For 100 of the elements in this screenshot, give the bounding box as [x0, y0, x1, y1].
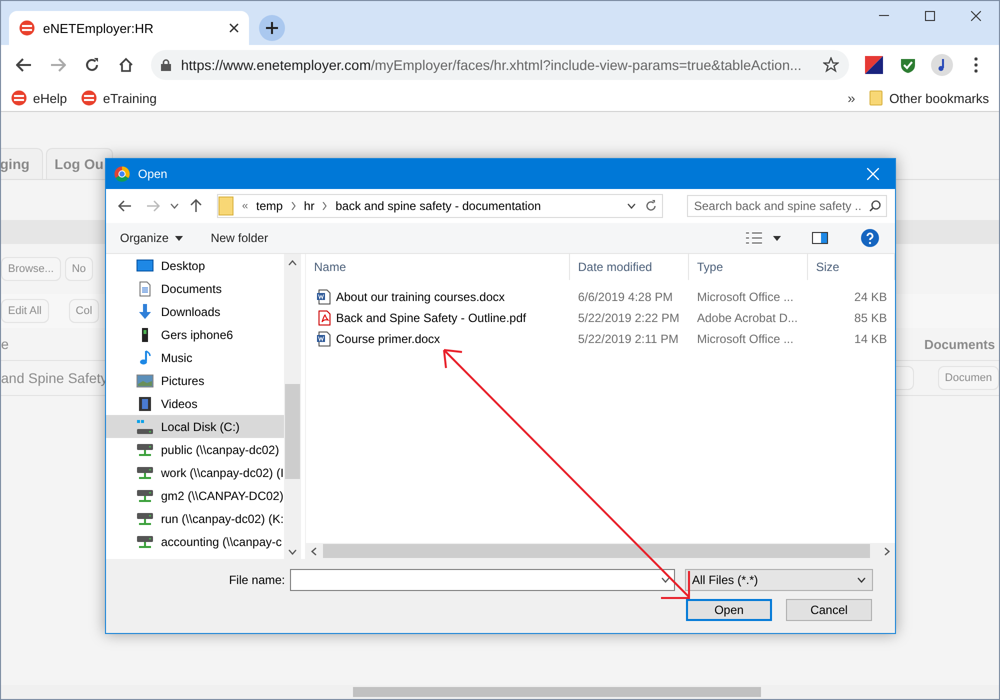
search-icon [869, 200, 881, 212]
column-header[interactable]: Type [689, 254, 808, 280]
refresh-icon[interactable] [644, 199, 658, 213]
maximize-icon [925, 11, 935, 21]
nav-item[interactable]: Downloads [106, 300, 284, 323]
nav-item[interactable]: Local Disk (C:) [106, 415, 284, 438]
search-field[interactable]: Search back and spine safety ... [687, 195, 887, 217]
picture-icon [136, 372, 154, 388]
pdf-document-icon [316, 310, 332, 326]
new-folder-button[interactable]: New folder [206, 231, 272, 245]
nav-item[interactable]: gm2 (\\CANPAY-DC02) [106, 484, 284, 507]
recent-caret-icon [170, 203, 179, 209]
back-arrow-icon [16, 58, 32, 72]
dropdown-caret-icon [627, 203, 636, 209]
nav-item[interactable]: Documents [106, 277, 284, 300]
file-name[interactable]: About our training courses.docx [306, 288, 570, 304]
bookmark-link[interactable]: eTraining [80, 90, 157, 106]
type-cell-text: Microsoft Office ... [696, 290, 794, 304]
vertical-scrollbar[interactable] [284, 254, 301, 559]
film-icon [136, 396, 154, 412]
type-cell-text: Adobe Acrobat D... [696, 310, 799, 324]
path-segment[interactable]: temp [256, 199, 283, 213]
word-document-icon [316, 288, 332, 304]
network-drive-icon [136, 464, 154, 480]
nav-item[interactable]: public (\\canpay-dc02) [106, 438, 284, 461]
path-overflow-icon[interactable]: « [242, 200, 248, 212]
forward-arrow-icon [50, 58, 66, 72]
file-name-field[interactable] [290, 569, 675, 591]
avatar-icon [931, 54, 953, 76]
caret-icon [174, 236, 183, 240]
path-bar[interactable]: « temp hr back and spine safety - documentation [217, 194, 663, 218]
logo-icon [11, 90, 27, 106]
bookmark-link[interactable]: eHelp [11, 90, 67, 106]
folder-icon [218, 196, 234, 216]
scroll-down-icon [288, 549, 297, 555]
column-header: e [1, 336, 9, 352]
nav-item[interactable]: run (\\canpay-dc02) (K: [106, 507, 284, 530]
date-cell-text: 6/6/2019 4:28 PM [577, 290, 674, 304]
new-tab-button[interactable] [259, 15, 285, 41]
path-segment[interactable]: back and spine safety - documentation [335, 199, 541, 213]
download-icon [136, 304, 154, 320]
nav-item[interactable]: Gers iphone6 [106, 323, 284, 346]
column-header: Documents [924, 336, 995, 352]
chevron-icon [322, 202, 328, 210]
chevron-icon [290, 202, 296, 210]
nav-item[interactable]: work (\\canpay-dc02) (I [106, 461, 284, 484]
help-icon [861, 229, 879, 247]
organize-button[interactable]: Organize [116, 231, 187, 245]
size-cell-text: 85 KB [853, 310, 888, 324]
back-arrow-icon [118, 200, 132, 212]
nav-item[interactable]: Desktop [106, 254, 284, 277]
browser-logo-icon [114, 166, 130, 182]
nav-item[interactable]: accounting (\\canpay-c [106, 530, 284, 553]
desktop-icon [136, 258, 154, 274]
network-drive-icon [136, 510, 154, 526]
menu-icon [974, 57, 978, 73]
up-arrow-icon [190, 199, 202, 213]
horizontal-scrollbar[interactable] [1, 685, 999, 699]
pane-icon [812, 232, 828, 244]
nav-item[interactable]: Pictures [106, 369, 284, 392]
word-document-icon [316, 330, 332, 346]
scroll-right-icon [884, 546, 890, 556]
dropdown-caret-icon [857, 577, 866, 583]
logo-icon [80, 90, 97, 106]
file-name[interactable]: Back and Spine Safety - Outline.pdf [306, 310, 570, 326]
column-header[interactable]: Name [306, 254, 570, 280]
network-drive-icon [136, 534, 154, 550]
file-name-label: File name: [228, 573, 286, 587]
file-name[interactable]: Course primer.docx [306, 330, 570, 346]
plus-icon [266, 22, 278, 34]
lock-icon [161, 59, 171, 71]
address-bar[interactable]: https://www.enetemployer.com/myEmployer/faces/hr.xhtml?include-view-params=true&tableAction... [151, 50, 849, 80]
logo-icon [19, 20, 35, 36]
home-icon [118, 57, 134, 73]
date-cell-text: 5/22/2019 2:22 PM [577, 310, 680, 324]
nav-item[interactable]: Music [106, 346, 284, 369]
size-cell-text: 14 KB [853, 332, 888, 346]
close-icon [971, 11, 981, 21]
column-header[interactable]: Date modified [570, 254, 689, 280]
more-bookmarks-icon[interactable]: » [848, 90, 856, 106]
size-cell-text: 24 KB [853, 290, 888, 304]
star-icon[interactable] [823, 57, 839, 73]
open-button[interactable]: Open [686, 599, 772, 621]
column-header[interactable]: Size [808, 254, 895, 280]
folder-icon [869, 90, 884, 106]
dropdown-caret-icon [661, 577, 670, 583]
minimize-icon [879, 15, 889, 17]
bookmark-folder[interactable]: Other bookmarks [869, 90, 989, 106]
horizontal-scrollbar[interactable] [306, 543, 895, 559]
network-drive-icon [136, 442, 154, 458]
nav-item[interactable]: Videos [106, 392, 284, 415]
browser-tab[interactable]: eNETEmployer:HR [9, 11, 249, 45]
close-icon [867, 168, 879, 180]
file-type-dropdown[interactable]: All Files (*.*) [685, 569, 873, 591]
dialog-title: Open [138, 167, 168, 181]
close-icon[interactable] [229, 23, 239, 33]
flag-icon [865, 56, 883, 74]
cancel-button[interactable]: Cancel [786, 599, 872, 621]
url-text: https://www.enetemployer.com/myEmployer/faces/hr.xhtml?include-view-params=true&tableAction... [181, 57, 803, 73]
path-segment[interactable]: hr [304, 199, 314, 213]
